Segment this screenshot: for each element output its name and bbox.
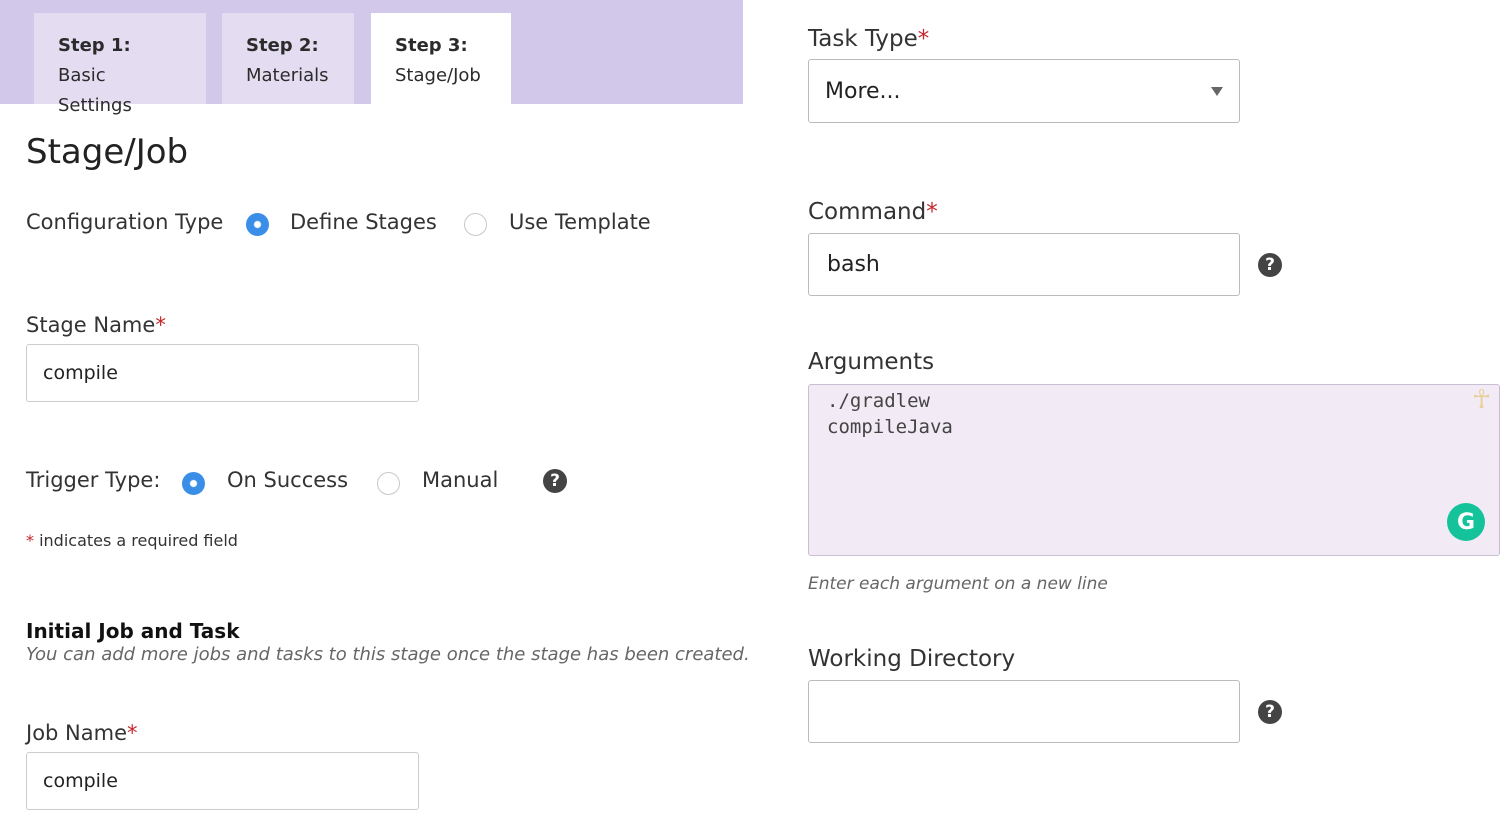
- tab-basic-settings[interactable]: Step 1: Basic Settings: [34, 13, 206, 116]
- stage-name-label: Stage Name*: [26, 313, 166, 337]
- initial-job-heading: Initial Job and Task: [26, 619, 240, 643]
- working-directory-input[interactable]: [808, 680, 1240, 743]
- arguments-textarea[interactable]: ./gradlew compileJava: [808, 384, 1500, 556]
- manual-radio[interactable]: [377, 472, 400, 495]
- task-type-select[interactable]: More...: [808, 59, 1240, 123]
- task-type-label-text: Task Type: [808, 26, 918, 52]
- on-success-label[interactable]: On Success: [227, 468, 348, 492]
- required-mark: *: [155, 313, 166, 337]
- page-title: Stage/Job: [26, 132, 189, 172]
- required-mark: *: [917, 26, 930, 52]
- ankh-extension-icon[interactable]: ☥: [1472, 385, 1491, 415]
- command-help-icon[interactable]: ?: [1258, 253, 1282, 277]
- task-type-label: Task Type*: [808, 26, 929, 52]
- tab-step-number: Step 1:: [58, 35, 131, 56]
- use-template-label[interactable]: Use Template: [509, 210, 651, 234]
- command-label: Command*: [808, 199, 938, 225]
- arguments-label: Arguments: [808, 349, 935, 375]
- tab-label: Stage/Job: [395, 65, 481, 86]
- working-directory-help-icon[interactable]: ?: [1258, 700, 1282, 724]
- required-mark: *: [926, 199, 938, 225]
- required-field-note: * indicates a required field: [26, 531, 238, 550]
- trigger-type-label: Trigger Type:: [26, 468, 161, 492]
- tab-stage-job[interactable]: Step 3: Stage/Job: [371, 13, 511, 104]
- manual-label[interactable]: Manual: [422, 468, 498, 492]
- tab-step-number: Step 3:: [395, 35, 468, 56]
- arguments-hint: Enter each argument on a new line: [808, 574, 1108, 594]
- tab-label: Materials: [246, 65, 329, 86]
- tab-label: Basic Settings: [58, 65, 132, 116]
- tab-step-number: Step 2:: [246, 35, 319, 56]
- task-type-selected-value: More...: [825, 78, 901, 104]
- define-stages-label[interactable]: Define Stages: [290, 210, 437, 234]
- trigger-type-help-icon[interactable]: ?: [543, 469, 567, 493]
- job-name-input[interactable]: compile: [26, 752, 419, 810]
- use-template-radio[interactable]: [464, 213, 487, 236]
- working-directory-label: Working Directory: [808, 646, 1016, 672]
- stage-name-input[interactable]: compile: [26, 344, 419, 402]
- tab-materials[interactable]: Step 2: Materials: [222, 13, 354, 104]
- command-label-text: Command: [808, 199, 927, 225]
- grammarly-icon[interactable]: G: [1447, 503, 1485, 541]
- command-input[interactable]: bash: [808, 233, 1240, 296]
- required-mark: *: [26, 531, 34, 550]
- define-stages-radio[interactable]: [246, 213, 269, 236]
- job-name-label-text: Job Name: [26, 721, 128, 745]
- stage-name-label-text: Stage Name: [26, 313, 156, 337]
- configuration-type-label: Configuration Type: [26, 210, 224, 234]
- required-mark: *: [127, 721, 138, 745]
- initial-job-subtext: You can add more jobs and tasks to this …: [26, 644, 750, 665]
- on-success-radio[interactable]: [182, 472, 205, 495]
- required-note-text: indicates a required field: [34, 531, 238, 550]
- dropdown-arrow-icon[interactable]: [1211, 87, 1223, 96]
- job-name-label: Job Name*: [26, 721, 138, 745]
